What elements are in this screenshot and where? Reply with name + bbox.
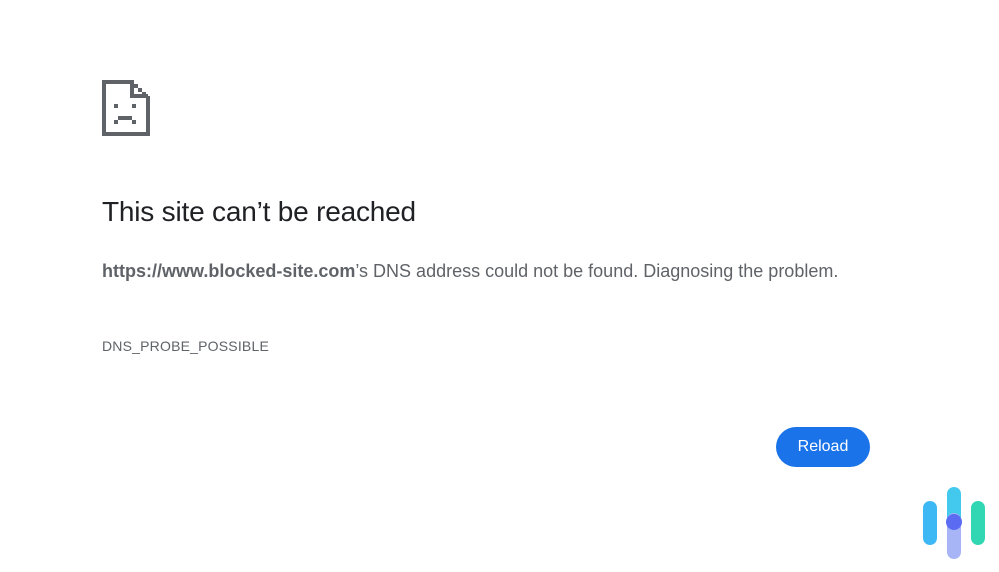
brand-bars-logo-icon: [920, 487, 990, 561]
page-title: This site can’t be reached: [102, 196, 416, 227]
error-page: This site can’t be reached https://www.b…: [0, 0, 999, 572]
error-code: DNS_PROBE_POSSIBLE: [102, 338, 269, 354]
error-message: https://www.blocked-site.com’s DNS addre…: [102, 256, 862, 286]
error-message-text: ’s DNS address could not be found. Diagn…: [355, 261, 839, 281]
sad-document-icon: [102, 80, 150, 136]
reload-button[interactable]: Reload: [776, 427, 870, 467]
blocked-host: https://www.blocked-site.com: [102, 261, 356, 281]
